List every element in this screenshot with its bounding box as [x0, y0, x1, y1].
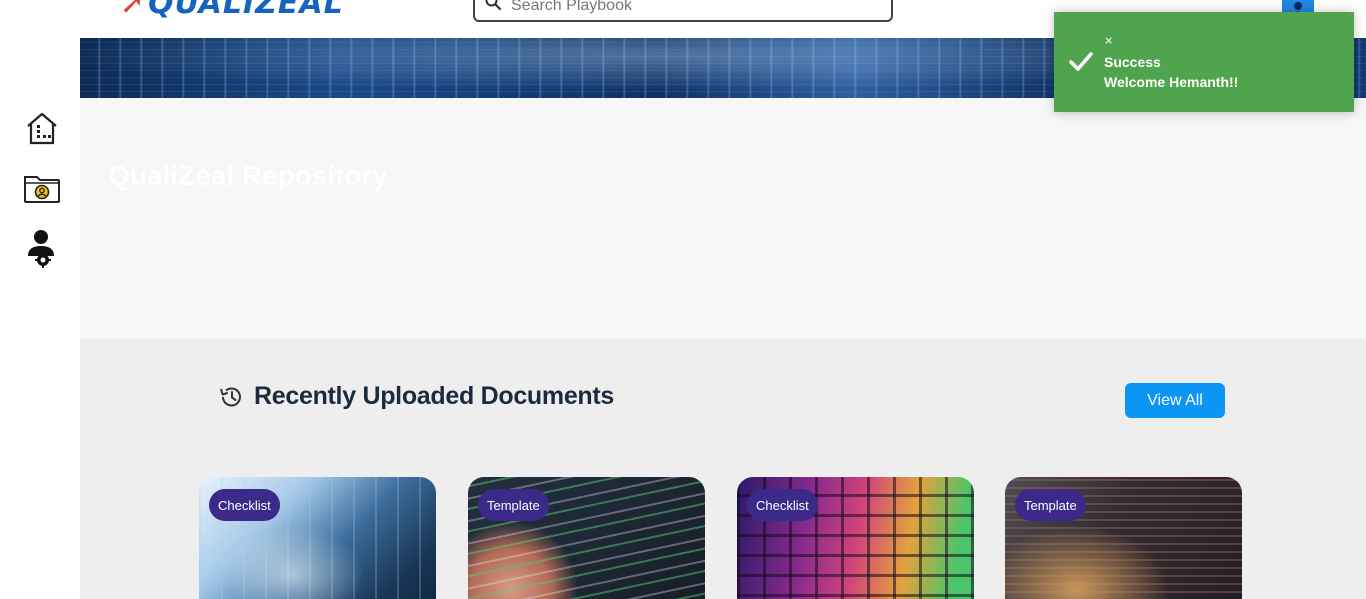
logo-mark-icon: ➚	[120, 0, 147, 21]
logo-text: QUALIZEAL	[148, 0, 344, 21]
history-icon	[220, 387, 241, 406]
search-input[interactable]	[511, 0, 871, 15]
document-type-badge: Template	[1015, 489, 1086, 521]
hero-title: QualiZeal Repository	[108, 160, 389, 191]
document-card[interactable]: Checklist	[199, 477, 436, 599]
toast-close-button[interactable]: ⨯	[1104, 34, 1113, 47]
toast-message: Welcome Hemanth!!	[1104, 74, 1239, 90]
success-toast[interactable]: ⨯ Success Welcome Hemanth!!	[1054, 12, 1354, 112]
recent-documents-section: Recently Uploaded Documents View All Che…	[80, 338, 1366, 599]
view-all-button[interactable]: View All	[1125, 383, 1225, 418]
document-type-badge: Template	[478, 489, 549, 521]
document-card[interactable]: Template	[468, 477, 705, 599]
sidebar	[0, 38, 80, 599]
page: ➚ QUALIZEAL Search Playbook QualiZeal Re…	[0, 0, 1366, 599]
search-icon	[485, 0, 501, 10]
section-title: Recently Uploaded Documents	[254, 382, 615, 410]
document-card[interactable]: Template	[1005, 477, 1242, 599]
recent-documents-header: Recently Uploaded Documents	[218, 382, 614, 411]
document-type-badge: Checklist	[747, 489, 818, 521]
sidebar-item-home[interactable]	[22, 108, 62, 148]
document-card[interactable]: Checklist	[737, 477, 974, 599]
sidebar-item-repository[interactable]	[22, 168, 62, 208]
hero-section: QualiZeal Repository	[80, 98, 1366, 338]
toast-title: Success	[1104, 54, 1161, 70]
user-settings-icon	[28, 230, 54, 268]
logo[interactable]: ➚ QUALIZEAL	[120, 0, 344, 21]
checkmark-icon	[1069, 52, 1093, 71]
home-icon	[27, 112, 57, 145]
search-box	[473, 0, 893, 22]
sidebar-item-user-settings[interactable]	[22, 228, 62, 268]
folder-user-icon	[24, 176, 60, 203]
document-type-badge: Checklist	[209, 489, 280, 521]
